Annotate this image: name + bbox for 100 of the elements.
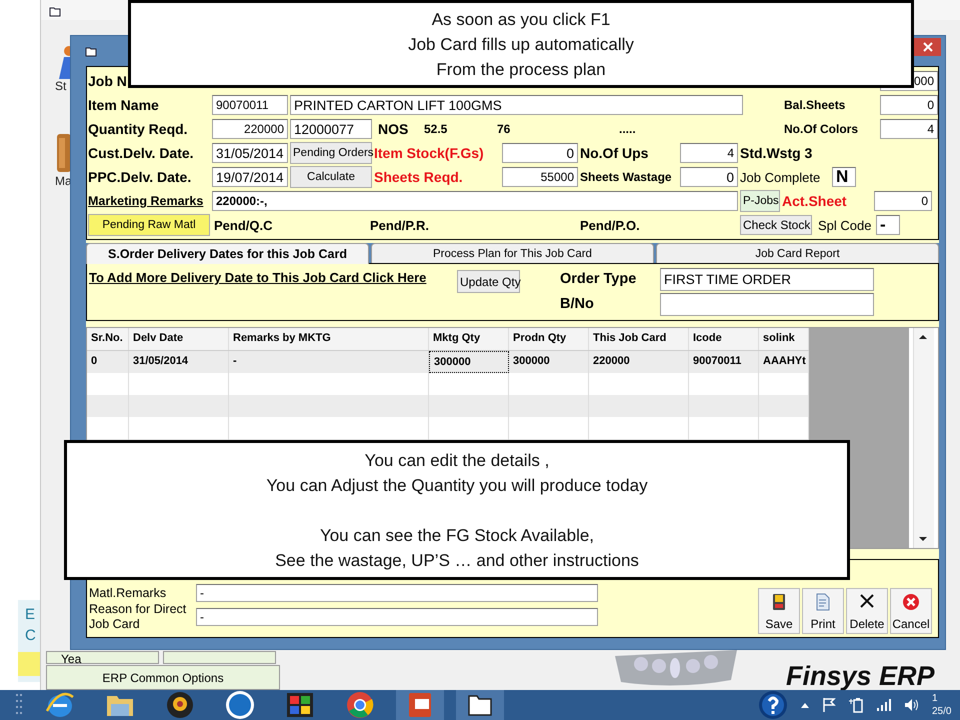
close-icon	[859, 593, 875, 609]
action-button[interactable]: Print	[802, 588, 844, 634]
tab[interactable]: S.Order Delivery Dates for this Job Card	[86, 243, 369, 264]
window-icon	[49, 6, 61, 17]
clock-text[interactable]: 1	[932, 692, 956, 705]
callout-text: See the wastage, UP’S … and other instructions	[275, 550, 639, 572]
common-options-button[interactable]: ERP Common Options	[46, 665, 280, 690]
field-label: Sheets Reqd.	[374, 169, 464, 185]
cancel-icon	[902, 593, 920, 611]
text-field[interactable]: 55000	[502, 167, 578, 187]
text-field[interactable]: 220000:-,	[212, 191, 738, 211]
action-button[interactable]: Cancel	[890, 588, 932, 634]
flag-icon[interactable]	[822, 697, 836, 713]
tab[interactable]: Process Plan for This Job Card	[371, 243, 654, 263]
text-field[interactable]: 0	[502, 143, 578, 163]
pending-orders-button[interactable]: Pending Orders	[290, 142, 372, 164]
figure-text: 52.5	[424, 122, 448, 136]
battery-icon[interactable]	[848, 697, 864, 713]
field-label: Job Complete	[740, 170, 822, 184]
table-cell: 220000	[589, 351, 689, 373]
field-label: Sheets Wastage	[580, 170, 673, 184]
icon-label[interactable]: St	[55, 79, 66, 93]
unit-label: NOS	[378, 121, 410, 137]
field-label: PPC.Delv. Date.	[88, 169, 192, 185]
callout-text: From the process plan	[436, 58, 606, 80]
webcam-icon[interactable]	[165, 690, 195, 720]
column-header[interactable]: Mktg Qty	[429, 328, 509, 350]
text-field[interactable]: FIRST TIME ORDER	[660, 268, 874, 291]
callout-text: You can Adjust the Quantity you will produce today	[266, 474, 648, 496]
panel-text: E	[24, 605, 36, 625]
add-delivery-link[interactable]: To Add More Delivery Date to This Job Card Click Here	[89, 270, 457, 285]
date-field[interactable]: 31/05/2014	[212, 143, 288, 163]
up-arrow-icon[interactable]	[800, 701, 810, 709]
chrome-icon[interactable]	[345, 690, 375, 720]
update-qty-button[interactable]: Update Qty	[457, 270, 520, 293]
field-label: B/No	[560, 295, 595, 314]
field-label: No.Of Ups	[580, 145, 650, 161]
check-stock-button[interactable]: Check Stock	[740, 215, 812, 235]
close-button[interactable]	[914, 38, 941, 56]
browser-e-icon[interactable]	[45, 691, 75, 719]
scroll-bar[interactable]	[913, 328, 934, 548]
text-field[interactable]: 220000	[212, 119, 288, 139]
table-cell: 31/05/2014	[129, 351, 229, 373]
text-field[interactable]: 90070011	[212, 95, 288, 115]
calculate-button[interactable]: Calculate	[290, 166, 372, 188]
text-field[interactable]: 12000077	[290, 119, 372, 139]
field-label: Act.Sheet	[782, 193, 848, 209]
speaker-icon[interactable]	[904, 698, 920, 712]
field-label: No.Of Colors	[784, 122, 859, 136]
text-field[interactable]: -	[876, 215, 900, 235]
clock-text[interactable]: 25/0	[932, 705, 956, 718]
column-header[interactable]: This Job Card	[589, 328, 689, 350]
text-field[interactable]	[660, 293, 874, 316]
field-label: Bal.Sheets	[784, 98, 846, 112]
highlight-block	[18, 652, 40, 676]
field-label: Order Type	[560, 270, 638, 289]
option-button[interactable]: Yea	[46, 651, 159, 664]
callout-text: As soon as you click F1	[432, 8, 610, 30]
close-icon[interactable]	[922, 42, 932, 52]
pend-label: Pend/P.O.	[580, 218, 641, 232]
puzzle-icon[interactable]	[285, 691, 315, 719]
text-field[interactable]: 4	[880, 119, 938, 139]
field-label: Reason for Direct Job Card	[88, 602, 188, 632]
column-header[interactable]: Sr.No.	[87, 328, 129, 350]
text-field[interactable]: -	[196, 584, 598, 602]
signal-icon[interactable]	[876, 698, 892, 712]
text-field[interactable]: 0	[680, 167, 738, 187]
logo-circle-icon[interactable]	[225, 690, 255, 720]
table-cell: 300000	[429, 351, 509, 373]
action-button[interactable]: Delete	[846, 588, 888, 634]
tab[interactable]: Job Card Report	[656, 243, 939, 263]
text-field[interactable]: 0	[880, 95, 938, 115]
column-header[interactable]: Remarks by MKTG	[229, 328, 429, 350]
document-icon	[816, 593, 830, 611]
text-field[interactable]: 0	[874, 191, 932, 211]
p-jobs-button[interactable]: P-Jobs	[740, 190, 780, 212]
figure-text: 76	[497, 122, 512, 136]
text-field[interactable]: 4	[680, 143, 738, 163]
field-label: Spl Code	[818, 218, 872, 232]
table-cell: 300000	[509, 351, 589, 373]
table-cell: -	[229, 351, 429, 373]
help-icon[interactable]	[758, 690, 788, 720]
action-button[interactable]: Save	[758, 588, 800, 634]
date-field[interactable]: 19/07/2014	[212, 167, 288, 187]
figure-text: .....	[619, 122, 637, 136]
text-field[interactable]: PRINTED CARTON LIFT 100GMS	[290, 95, 743, 115]
marketing-remarks-link[interactable]: Marketing Remarks	[88, 194, 210, 208]
text-field[interactable]: N	[832, 167, 856, 187]
std-wastage-text: Std.Wstg 3	[740, 145, 814, 161]
window-icon	[85, 46, 97, 56]
pending-raw-matl-button[interactable]: Pending Raw Matl	[88, 214, 210, 236]
text-field[interactable]: -	[196, 608, 598, 626]
pend-label: Pend/Q.C	[214, 218, 274, 232]
column-header[interactable]: Prodn Qty	[509, 328, 589, 350]
table-cell: 90070011	[689, 351, 759, 373]
panel-text: C	[24, 626, 36, 646]
column-header[interactable]: Delv Date	[129, 328, 229, 350]
column-header[interactable]: Icode	[689, 328, 759, 350]
window-icon[interactable]	[467, 693, 493, 717]
pend-label: Pend/P.R.	[370, 218, 430, 232]
